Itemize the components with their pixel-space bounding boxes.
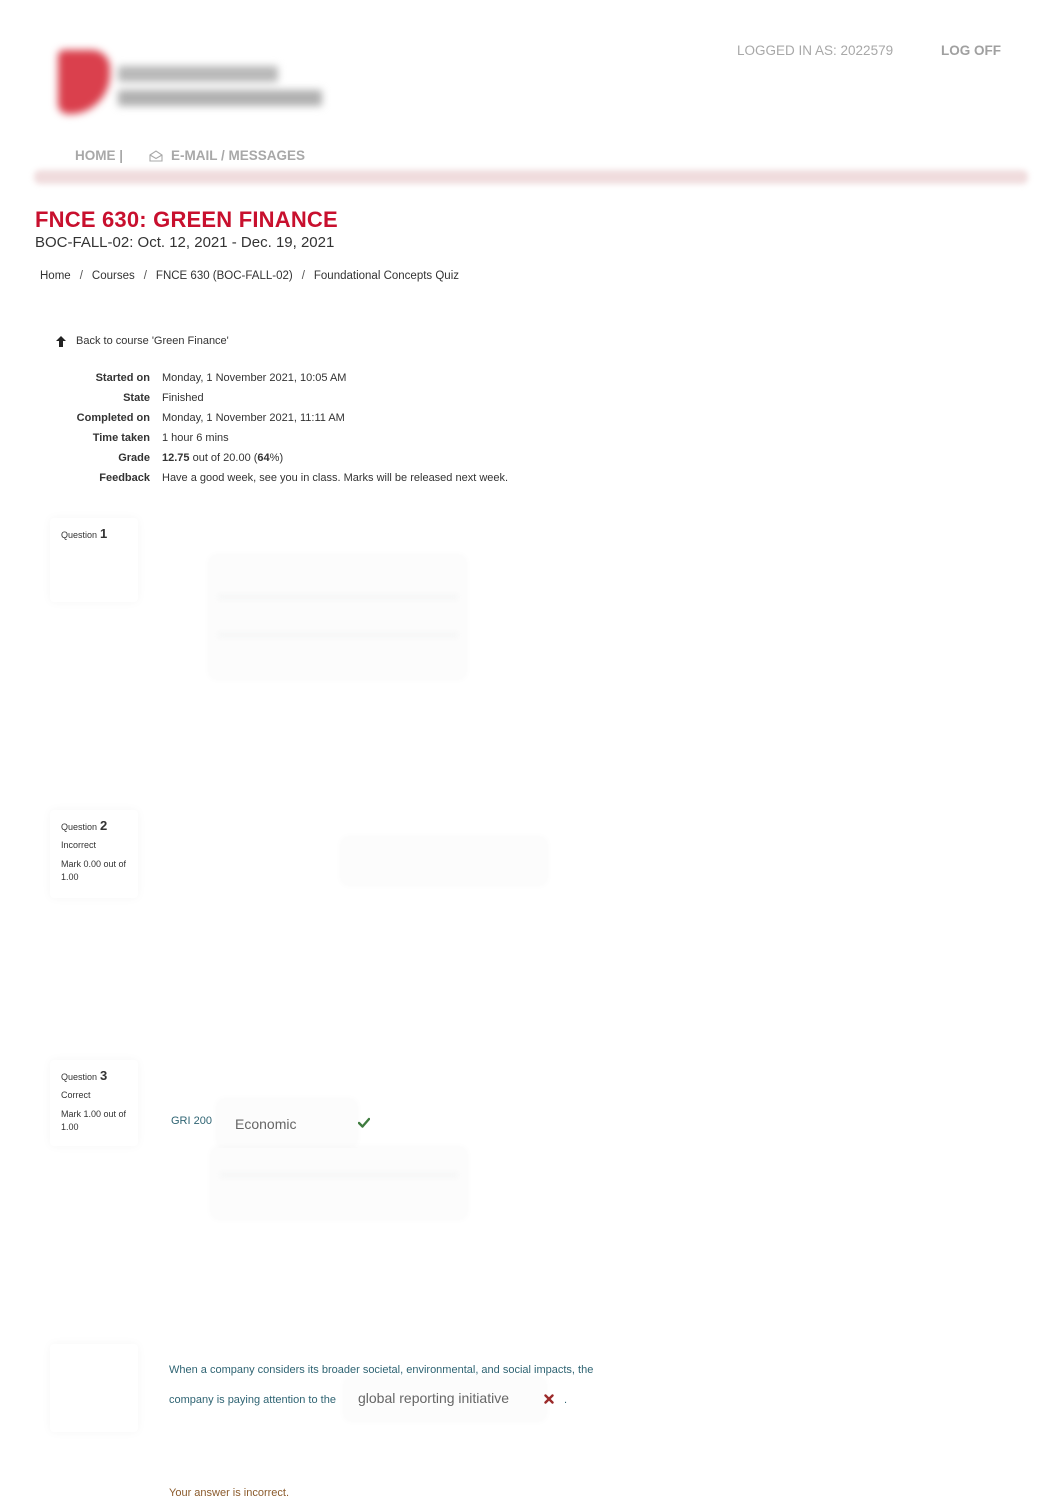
question-number: Question 2: [61, 818, 138, 833]
question-4-info: [50, 1344, 138, 1432]
breadcrumb-course[interactable]: FNCE 630 (BOC-FALL-02): [156, 270, 293, 282]
university-logo[interactable]: [52, 44, 332, 124]
question-prefix: Question: [61, 1072, 98, 1082]
question-state: Incorrect: [61, 840, 97, 850]
top-navigation: HOME | E-MAIL / MESSAGES: [75, 148, 305, 163]
summary-label: State: [123, 392, 150, 404]
x-icon: [544, 1394, 554, 1404]
course-title: FNCE 630: GREEN FINANCE: [35, 207, 338, 232]
summary-label: Time taken: [92, 432, 150, 444]
breadcrumb-quiz[interactable]: Foundational Concepts Quiz: [314, 270, 459, 282]
header-divider: [34, 170, 1028, 184]
course-dates: BOC-FALL-02: Oct. 12, 2021 - Dec. 19, 20…: [35, 234, 335, 251]
question-num: 3: [100, 1068, 108, 1083]
summary-row-feedback: Feedback Have a good week, see you in cl…: [50, 468, 660, 488]
question-number: Question 3: [61, 1068, 138, 1083]
summary-label: Started on: [95, 372, 150, 384]
nav-home-link[interactable]: HOME |: [75, 148, 123, 163]
summary-value: Monday, 1 November 2021, 11:11 AM: [162, 412, 345, 424]
summary-row-time-taken: Time taken 1 hour 6 mins: [50, 428, 660, 448]
question-4-feedback: Your answer is incorrect.: [169, 1487, 290, 1499]
grade-value: 12.75 out of 20.00 (64%): [162, 452, 283, 464]
question-1-content-redacted: [210, 556, 465, 678]
breadcrumb-courses[interactable]: Courses: [92, 270, 135, 282]
summary-label: Completed on: [76, 412, 150, 424]
question-2-answer-field-redacted: [342, 838, 546, 884]
summary-row-completed: Completed on Monday, 1 November 2021, 11…: [50, 408, 660, 428]
summary-value: Have a good week, see you in class. Mark…: [162, 472, 509, 484]
grade-percent: 64: [257, 452, 270, 464]
question-1-info: Question 1: [50, 518, 138, 602]
question-2-info: Question 2 Incorrect Mark 0.00 out of 1.…: [50, 810, 138, 898]
logo-wordmark-secondary: [118, 90, 322, 106]
logged-in-user: LOGGED IN AS: 2022579: [737, 43, 894, 58]
breadcrumb: Home / Courses / FNCE 630 (BOC-FALL-02) …: [40, 270, 459, 282]
summary-value: Monday, 1 November 2021, 10:05 AM: [162, 372, 347, 384]
question-prefix: Question: [61, 822, 98, 832]
question-3-selected-answer: Economic: [235, 1116, 297, 1132]
redacted-line: [220, 1172, 458, 1178]
question-mark: Mark 0.00 out of 1.00: [61, 859, 127, 882]
breadcrumb-home[interactable]: Home: [40, 270, 71, 282]
breadcrumb-separator: /: [79, 270, 83, 282]
redacted-line: [218, 594, 458, 600]
logo-wordmark: [118, 66, 278, 82]
summary-value: Finished: [162, 392, 204, 404]
summary-label: Grade: [118, 452, 150, 464]
summary-row-grade: Grade 12.75 out of 20.00 (64%): [50, 448, 660, 468]
quiz-summary-table: Started on Monday, 1 November 2021, 10:0…: [50, 368, 660, 488]
question-4-answer: global reporting initiative: [358, 1390, 509, 1406]
envelope-open-icon: [149, 149, 163, 162]
summary-value: 1 hour 6 mins: [162, 432, 229, 444]
question-prefix: Question: [61, 530, 98, 540]
log-off-link[interactable]: LOG OFF: [941, 43, 1001, 58]
question-num: 2: [100, 818, 108, 833]
question-number: Question 1: [61, 526, 138, 541]
redacted-line: [218, 632, 458, 638]
breadcrumb-separator: /: [301, 270, 305, 282]
summary-row-started: Started on Monday, 1 November 2021, 10:0…: [50, 368, 660, 388]
question-state: Correct: [61, 1090, 91, 1100]
question-4-text-line-1: When a company considers its broader soc…: [169, 1364, 594, 1376]
grade-end: %): [269, 452, 284, 464]
summary-label: Feedback: [99, 472, 150, 484]
back-to-course-label: Back to course 'Green Finance': [76, 335, 229, 347]
nav-email-messages-link[interactable]: E-MAIL / MESSAGES: [149, 148, 305, 163]
grade-out-of: out of 20.00 (: [189, 452, 258, 464]
summary-row-state: State Finished: [50, 388, 660, 408]
back-to-course-link[interactable]: Back to course 'Green Finance': [56, 335, 229, 347]
question-num: 1: [100, 526, 108, 541]
question-3-info: Question 3 Correct Mark 1.00 out of 1.00: [50, 1060, 138, 1146]
question-3-more-items-redacted: [212, 1148, 466, 1218]
logo-shield-icon: [58, 50, 110, 114]
question-4-trailing-period: .: [564, 1394, 568, 1406]
question-mark: Mark 1.00 out of 1.00: [61, 1109, 127, 1132]
check-icon: [358, 1117, 370, 1128]
question-4-text-line-2: company is paying attention to the: [169, 1394, 336, 1406]
nav-email-label: E-MAIL / MESSAGES: [171, 148, 306, 163]
question-3-item-label: GRI 200: [171, 1115, 212, 1127]
arrow-up-icon: [56, 335, 66, 347]
breadcrumb-separator: /: [143, 270, 147, 282]
grade-score: 12.75: [162, 452, 190, 464]
